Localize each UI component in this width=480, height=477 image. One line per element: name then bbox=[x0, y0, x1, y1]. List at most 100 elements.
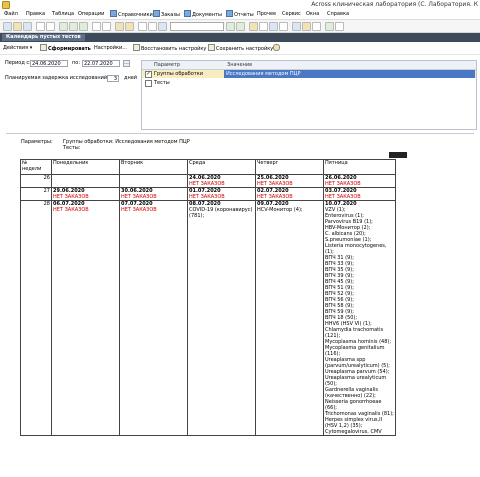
star-icon[interactable] bbox=[302, 22, 311, 31]
week-number: 27 bbox=[20, 187, 52, 201]
title-bar: Across клиническая лаборатория (С. Лабор… bbox=[0, 0, 480, 9]
go-forward-icon[interactable] bbox=[236, 22, 245, 31]
preview-icon[interactable] bbox=[46, 22, 55, 31]
parameter-row-tests[interactable]: Тесты bbox=[142, 79, 476, 87]
find-next-icon[interactable] bbox=[125, 22, 134, 31]
calculator-icon[interactable] bbox=[148, 22, 157, 31]
parameter-checkbox[interactable]: ✓ bbox=[145, 71, 152, 78]
report-params-label: Параметры: bbox=[21, 139, 53, 145]
save-icon[interactable] bbox=[23, 22, 32, 31]
column-parameter: Параметр bbox=[154, 62, 180, 68]
search-select[interactable] bbox=[170, 22, 224, 31]
menu-edit[interactable]: Правка bbox=[26, 10, 45, 18]
actions-button[interactable]: Действия ▾ bbox=[3, 44, 32, 52]
restore-settings-button[interactable]: Восстановить настройку bbox=[133, 44, 206, 52]
chevron-down-icon[interactable] bbox=[335, 22, 344, 31]
day-cell: 29.06.2020 НЕТ ЗАКАЗОВ bbox=[51, 187, 120, 201]
paste-icon[interactable] bbox=[79, 22, 88, 31]
day-status: НЕТ ЗАКАЗОВ bbox=[189, 181, 225, 187]
calendar-icon[interactable] bbox=[138, 22, 147, 31]
day-status: НЕТ ЗАКАЗОВ bbox=[257, 181, 293, 187]
header-thursday: Четверг bbox=[255, 159, 324, 175]
header-monday: Понедельник bbox=[51, 159, 120, 175]
print-icon[interactable] bbox=[36, 22, 45, 31]
copy-icon[interactable] bbox=[69, 22, 78, 31]
menu-label: Справочники bbox=[118, 12, 153, 18]
generate-icon bbox=[40, 44, 47, 51]
cut-icon[interactable] bbox=[59, 22, 68, 31]
info-icon[interactable] bbox=[259, 22, 268, 31]
tab-empty-tests-calendar[interactable]: Календарь пустых тестов bbox=[2, 34, 85, 41]
menu-service[interactable]: Сервис bbox=[282, 10, 301, 18]
menu-file[interactable]: Файл bbox=[4, 10, 18, 18]
test-entry: HCV-Монитор (4); bbox=[257, 207, 303, 213]
day-cell: 01.07.2020 НЕТ ЗАКАЗОВ bbox=[187, 187, 256, 201]
menu-documents[interactable]: Документы bbox=[184, 10, 222, 19]
column-value: Значение bbox=[227, 62, 253, 68]
day-cell: 06.07.2020 НЕТ ЗАКАЗОВ bbox=[51, 200, 120, 436]
menu-label: Справка bbox=[327, 11, 350, 17]
period-from-field[interactable]: 24.06.2020 bbox=[30, 60, 68, 67]
toolbar bbox=[0, 20, 480, 33]
period-to-field[interactable]: 22.07.2020 bbox=[82, 60, 120, 67]
actions-label: Действия bbox=[3, 45, 29, 51]
delay-label: Планируемая задержка исследований bbox=[5, 75, 108, 81]
help-button[interactable] bbox=[273, 44, 281, 52]
week-row: 28 06.07.2020 НЕТ ЗАКАЗОВ 07.07.2020 НЕТ З… bbox=[20, 200, 396, 436]
app-icon bbox=[2, 1, 10, 9]
menu-references[interactable]: Справочники bbox=[110, 10, 153, 19]
menu-label: Таблица bbox=[52, 11, 75, 17]
help-icon[interactable] bbox=[249, 22, 258, 31]
window-title: Across клиническая лаборатория (С. Лабор… bbox=[311, 1, 478, 8]
undo-icon[interactable] bbox=[92, 22, 101, 31]
menu-reports[interactable]: Отчеты bbox=[226, 10, 254, 19]
menu-orders[interactable]: Заказы bbox=[153, 10, 180, 19]
menu-label: Окна bbox=[306, 11, 320, 17]
menu-other[interactable]: Прочее bbox=[257, 10, 276, 18]
new-icon[interactable] bbox=[3, 22, 12, 31]
settings-icon[interactable] bbox=[279, 22, 288, 31]
report-divider bbox=[6, 133, 474, 138]
wednesday-test-list: COVID-19 (коронавирус) (781); bbox=[189, 207, 254, 219]
parameter-value[interactable]: Исследования методом ПЦР bbox=[224, 70, 475, 78]
menu-help[interactable]: Справка bbox=[327, 10, 349, 18]
filter-icon[interactable] bbox=[158, 22, 167, 31]
day-cell: 24.06.2020 НЕТ ЗАКАЗОВ bbox=[187, 174, 256, 188]
parameter-checkbox[interactable] bbox=[145, 80, 152, 87]
menu-operations[interactable]: Операции bbox=[78, 10, 104, 18]
find-icon[interactable] bbox=[115, 22, 124, 31]
delay-unit: дней bbox=[124, 75, 138, 81]
menu-windows[interactable]: Окна bbox=[306, 10, 319, 18]
menu-table[interactable]: Таблица bbox=[52, 10, 74, 18]
menu-label: Заказы bbox=[161, 12, 180, 18]
parameter-row-groups[interactable]: ✓ Группы обработки Исследования методом … bbox=[142, 70, 476, 78]
windows-icon[interactable] bbox=[269, 22, 278, 31]
pin-icon[interactable] bbox=[325, 22, 334, 31]
users-icon[interactable] bbox=[312, 22, 321, 31]
command-bar: Действия ▾ Сформировать Настройки... Вос… bbox=[0, 43, 480, 55]
generate-button[interactable]: Сформировать bbox=[40, 44, 91, 52]
period-select-button[interactable]: ... bbox=[123, 60, 130, 67]
menu-label: Отчеты bbox=[234, 12, 254, 18]
header-week: № недели bbox=[20, 159, 52, 175]
week-number: 26 bbox=[20, 174, 52, 188]
day-cell: 30.06.2020 НЕТ ЗАКАЗОВ bbox=[119, 187, 188, 201]
calendar-header-row: № недели Понедельник Вторник Среда Четве… bbox=[20, 159, 396, 175]
open-icon[interactable] bbox=[13, 22, 22, 31]
settings-button[interactable]: Настройки... bbox=[94, 44, 127, 52]
go-back-icon[interactable] bbox=[226, 22, 235, 31]
save-label: Сохранить настройку bbox=[216, 46, 274, 52]
delay-field[interactable]: 3 bbox=[107, 75, 119, 82]
test-entry: (781); bbox=[189, 213, 205, 219]
calendar-table: № недели Понедельник Вторник Среда Четве… bbox=[20, 159, 396, 436]
redo-icon[interactable] bbox=[102, 22, 111, 31]
report-marker bbox=[389, 152, 407, 158]
parameters-table-header: Параметр Значение bbox=[142, 61, 476, 70]
save-settings-button[interactable]: Сохранить настройку bbox=[208, 44, 273, 52]
menu-label: Файл bbox=[4, 11, 18, 17]
day-status: НЕТ ЗАКАЗОВ bbox=[121, 207, 157, 213]
document-tab-bar: Календарь пустых тестов bbox=[0, 33, 480, 42]
thursday-test-list: HCV-Монитор (4); bbox=[257, 207, 322, 213]
mail-icon[interactable] bbox=[292, 22, 301, 31]
week-row: 26 24.06.2020 НЕТ ЗАКАЗОВ 25.06.2020 НЕТ З… bbox=[20, 174, 396, 188]
